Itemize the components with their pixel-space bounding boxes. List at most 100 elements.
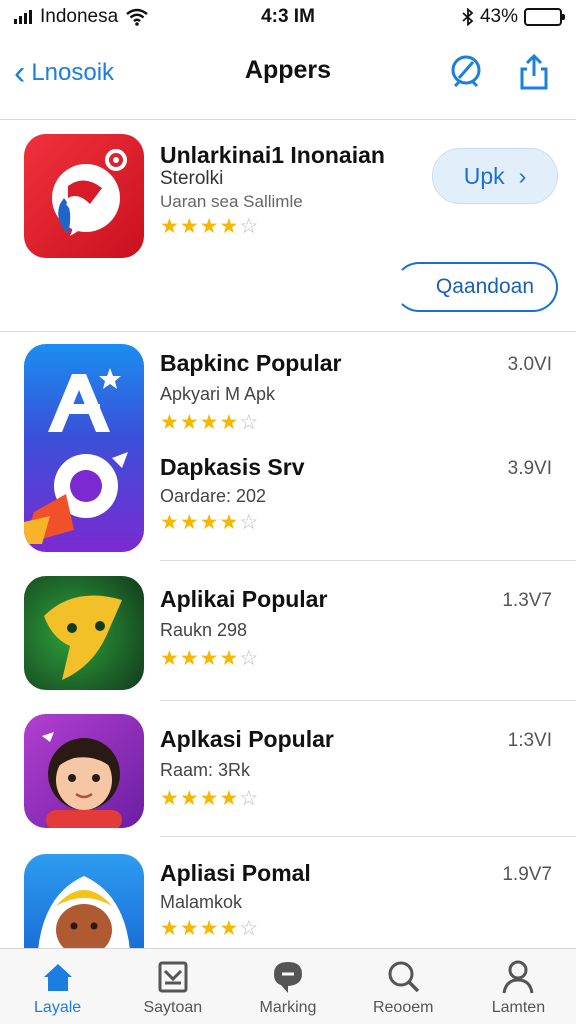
star-filled-icon: ★ — [179, 787, 199, 810]
nav-actions — [446, 52, 554, 92]
get-button[interactable]: Upk › — [432, 148, 558, 204]
person-icon — [502, 960, 534, 994]
battery-percent: 43% — [479, 6, 518, 27]
star-filled-icon: ★ — [219, 917, 239, 940]
app-subtitle: Raam: 3Rk — [160, 760, 251, 780]
app-size: 3.0VI — [507, 354, 552, 375]
tab-label: Lamten — [491, 999, 546, 1016]
download-button[interactable]: Qaandoan — [394, 262, 558, 312]
star-filled-icon: ★ — [199, 215, 219, 238]
status-bar: Indonesa 4:3 IM 43% — [0, 0, 576, 34]
star-filled-icon: ★ — [199, 411, 219, 434]
app-size: 3.9VI — [507, 458, 552, 479]
app-title: Aplikai Popular — [160, 586, 328, 612]
tab-bar: Layale Saytoan Marking Reooem Lamten — [0, 948, 576, 1024]
star-filled-icon: ★ — [199, 511, 219, 534]
avatar-app-icon — [24, 714, 144, 828]
app-subtitle: Malamkok — [160, 892, 243, 912]
get-button-label: Upk — [463, 162, 505, 189]
share-icon[interactable] — [514, 52, 554, 92]
app-size: 1.3V7 — [502, 590, 552, 611]
star-empty-icon: ☆ — [239, 787, 259, 810]
star-filled-icon: ★ — [219, 511, 239, 534]
app-title: Aplkasi Popular — [160, 726, 334, 752]
star-filled-icon: ★ — [219, 411, 239, 434]
app-title: Bapkinc Popular — [160, 350, 342, 376]
star-filled-icon: ★ — [160, 647, 179, 670]
carrier-label: Indonesa — [40, 6, 119, 27]
app-title: Dapkasis Srv — [160, 454, 305, 480]
search-icon — [388, 961, 420, 993]
featured-app: Unlarkinai1 Inonaian Sterolki Uaran sea … — [0, 120, 576, 332]
app-title: Apliasi Pomal — [160, 860, 311, 886]
star-filled-icon: ★ — [160, 411, 179, 434]
star-filled-icon: ★ — [160, 215, 179, 238]
star-filled-icon: ★ — [179, 917, 199, 940]
character-app-icon — [24, 854, 144, 950]
tab-label: Marking — [259, 999, 317, 1016]
tab-layale[interactable]: Layale — [0, 949, 115, 1024]
carrier-group: Indonesa — [14, 6, 214, 28]
featured-app-title: Unlarkinai1 Inonaian — [160, 142, 385, 168]
wifi-icon — [126, 8, 148, 26]
star-filled-icon: ★ — [219, 215, 239, 238]
star-filled-icon: ★ — [160, 787, 179, 810]
app-subtitle: Raukn 298 — [160, 620, 248, 640]
app-rating: ★ ★ ★ ★ ☆ — [160, 788, 258, 809]
bluetooth-icon — [462, 8, 474, 26]
star-empty-icon: ☆ — [239, 215, 259, 238]
app-rating: ★ ★ ★ ★ ☆ — [160, 512, 258, 533]
star-filled-icon: ★ — [179, 215, 199, 238]
fox-app-icon — [24, 576, 144, 690]
star-filled-icon: ★ — [199, 647, 219, 670]
star-empty-icon: ☆ — [239, 511, 259, 534]
featured-rating: ★ ★ ★ ★ ☆ — [160, 216, 258, 237]
list-item[interactable]: Bapkinc Popular Apkyari M Apk ★ ★ ★ ★ ☆ 3.0V… — [0, 332, 576, 444]
tab-saytoan[interactable]: Saytoan — [115, 949, 230, 1024]
star-filled-icon: ★ — [219, 647, 239, 670]
app-size: 1.9V7 — [502, 864, 552, 885]
app-rating: ★ ★ ★ ★ ☆ — [160, 412, 258, 433]
star-empty-icon: ☆ — [239, 917, 259, 940]
tab-lamten[interactable]: Lamten — [461, 949, 576, 1024]
app-subtitle: Oardare: 202 — [160, 486, 267, 506]
featured-app-icon[interactable] — [24, 134, 144, 258]
tab-label: Layale — [34, 999, 82, 1016]
app-size: 1:3VI — [507, 730, 552, 751]
status-right: 43% — [462, 6, 565, 28]
navigation-bar: ‹ Lnosoik Appers — [0, 34, 576, 120]
list-item[interactable]: Apliasi Pomal Malamkok ★ ★ ★ ★ ☆ 1.9V7 — [0, 836, 576, 950]
star-empty-icon: ☆ — [239, 647, 259, 670]
inbox-icon — [158, 961, 188, 993]
star-empty-icon: ☆ — [239, 411, 259, 434]
star-filled-icon: ★ — [199, 787, 219, 810]
star-filled-icon: ★ — [219, 787, 239, 810]
chevron-right-icon: › — [518, 162, 527, 189]
tab-reooem[interactable]: Reooem — [346, 949, 461, 1024]
back-button[interactable]: ‹ Lnosoik — [14, 56, 114, 90]
app-subtitle: Apkyari M Apk — [160, 384, 276, 404]
featured-app-meta: Uaran sea Sallimle — [160, 192, 303, 211]
chevron-left-icon: ‹ — [14, 54, 26, 92]
tab-label: Saytoan — [143, 999, 203, 1016]
chat-icon — [274, 962, 302, 993]
home-icon — [43, 964, 72, 991]
compass-icon[interactable] — [446, 52, 486, 92]
star-filled-icon: ★ — [179, 511, 199, 534]
star-filled-icon: ★ — [160, 917, 179, 940]
featured-app-subtitle: Sterolki — [160, 168, 224, 189]
star-filled-icon: ★ — [179, 647, 199, 670]
tab-marking[interactable]: Marking — [230, 949, 345, 1024]
battery-icon — [524, 8, 565, 26]
signal-icon — [14, 10, 32, 24]
list-item[interactable]: Dapkasis Srv Oardare: 202 ★ ★ ★ ★ ☆ 3.9VI — [0, 444, 576, 560]
list-item[interactable]: Aplikai Popular Raukn 298 ★ ★ ★ ★ ☆ 1.3V7 — [0, 560, 576, 700]
back-label: Lnosoik — [31, 59, 115, 86]
list-item[interactable]: Aplkasi Popular Raam: 3Rk ★ ★ ★ ★ ☆ 1:3VI — [0, 700, 576, 836]
star-filled-icon: ★ — [160, 511, 179, 534]
tab-label: Reooem — [372, 999, 434, 1016]
star-filled-icon: ★ — [179, 411, 199, 434]
app-rating: ★ ★ ★ ★ ☆ — [160, 648, 258, 669]
star-filled-icon: ★ — [199, 917, 219, 940]
app-rating: ★ ★ ★ ★ ☆ — [160, 918, 258, 939]
